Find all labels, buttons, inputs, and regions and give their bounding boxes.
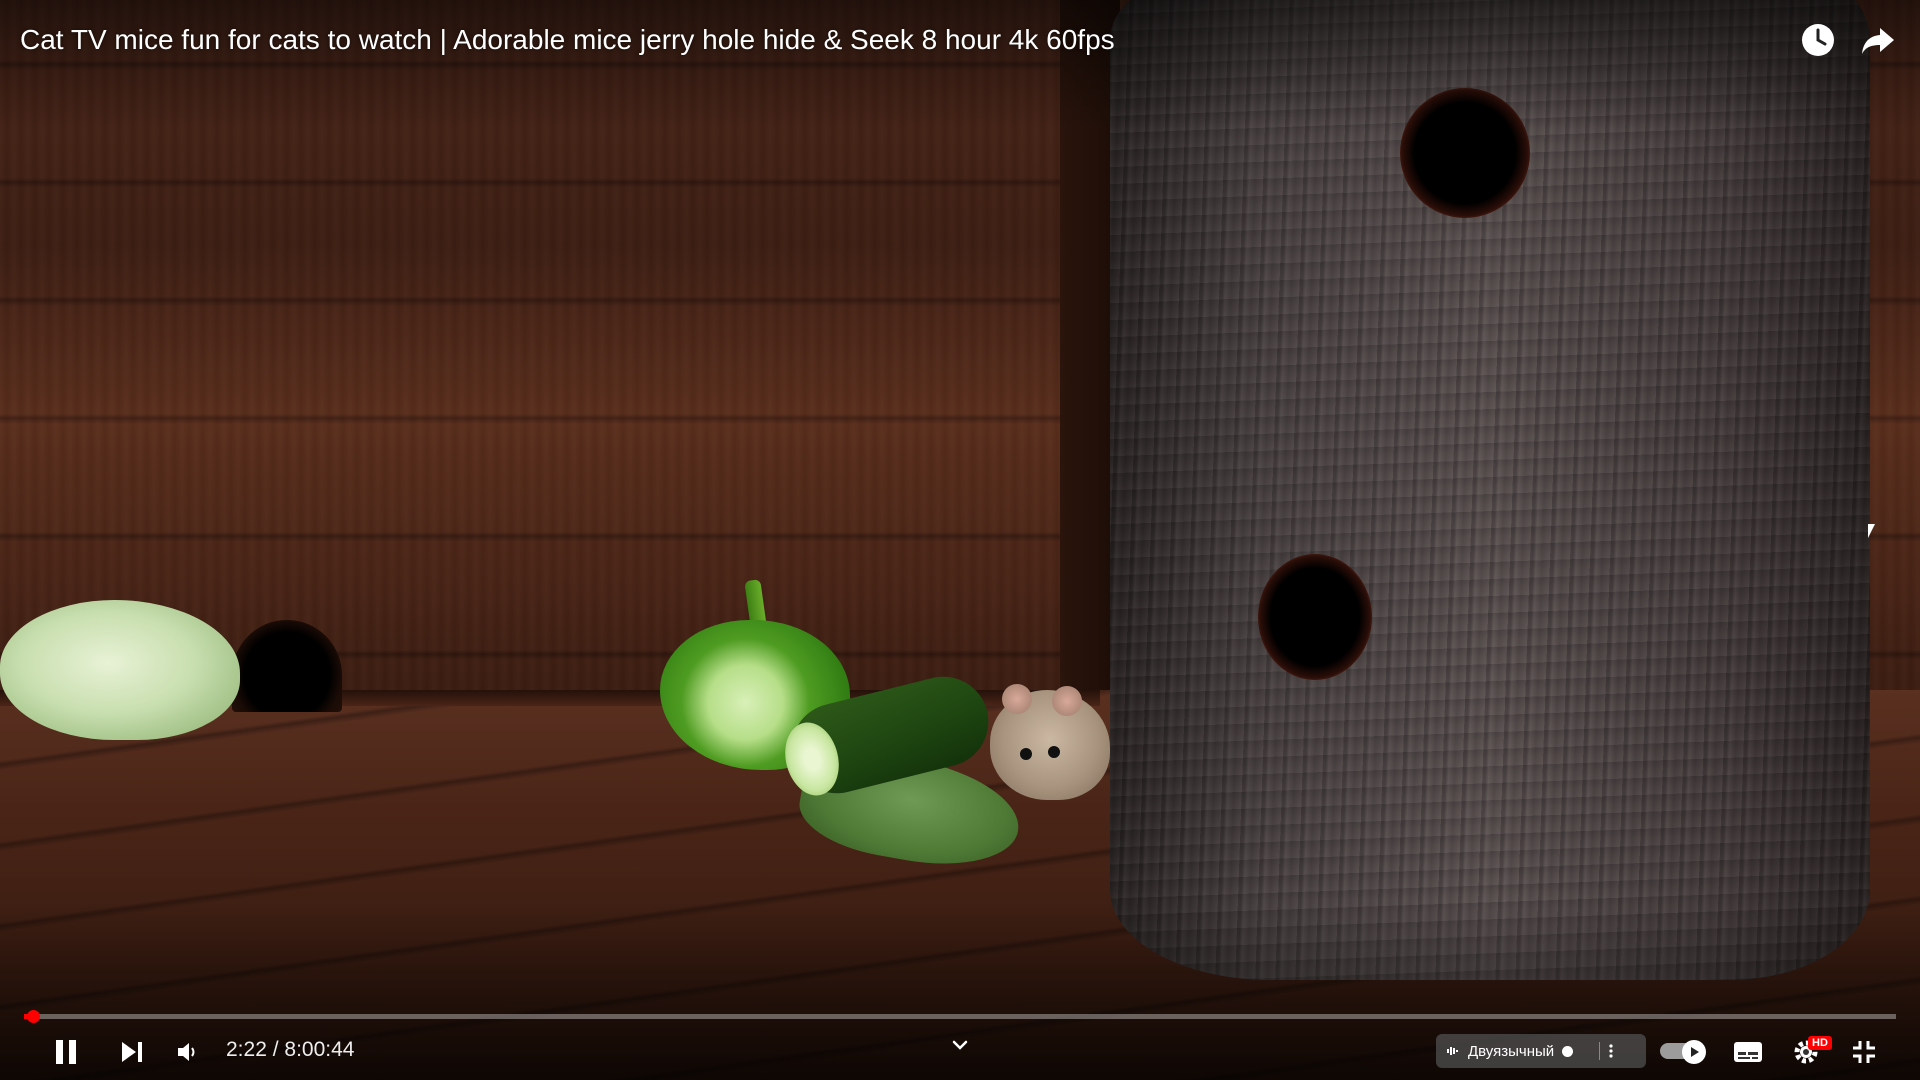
divider — [1599, 1042, 1601, 1060]
subtitles-icon — [1734, 1042, 1762, 1062]
audio-track-icon — [1447, 1047, 1458, 1055]
autoplay-toggle[interactable] — [1660, 1040, 1706, 1064]
mouse — [990, 684, 1110, 800]
mouse-ear — [1002, 684, 1032, 714]
pause-icon — [56, 1040, 76, 1064]
time-separator: / — [266, 1038, 285, 1061]
audio-track-button[interactable]: Двуязычный — [1436, 1034, 1646, 1068]
exit-fullscreen-button[interactable] — [1842, 1030, 1886, 1074]
audio-track-label: Двуязычный — [1468, 1042, 1555, 1060]
subtitles-button[interactable] — [1726, 1030, 1770, 1074]
mouse-eye — [1048, 746, 1060, 758]
fullscreen-exit-icon — [1853, 1041, 1875, 1063]
mouse-eye — [1020, 748, 1032, 760]
next-icon — [122, 1042, 142, 1062]
progress-bar[interactable] — [24, 1010, 1896, 1023]
mouse-ear — [1052, 686, 1082, 716]
duration: 8:00:44 — [284, 1038, 355, 1061]
volume-icon — [178, 1043, 195, 1061]
next-button[interactable] — [110, 1030, 154, 1074]
watch-later-icon[interactable] — [1796, 18, 1840, 62]
chevron-down-icon[interactable] — [948, 1036, 972, 1056]
pause-button[interactable] — [44, 1030, 88, 1074]
audio-dot-icon — [1562, 1045, 1574, 1057]
log-hole-lower — [1258, 554, 1372, 680]
more-vert-icon[interactable] — [1608, 1043, 1614, 1059]
tree-log — [1110, 0, 1870, 980]
current-time: 2:22 — [226, 1038, 267, 1061]
time-display: 2:22 / 8:00:44 — [226, 1034, 354, 1066]
quality-badge: HD — [1808, 1036, 1832, 1050]
mute-button[interactable] — [168, 1030, 208, 1074]
mouse-cursor — [1868, 524, 1875, 538]
share-icon[interactable] — [1856, 18, 1900, 62]
toggle-knob — [1682, 1040, 1706, 1064]
cabbage — [0, 600, 240, 740]
video-title[interactable]: Cat TV mice fun for cats to watch | Ador… — [20, 20, 1115, 60]
play-icon — [1691, 1047, 1699, 1057]
